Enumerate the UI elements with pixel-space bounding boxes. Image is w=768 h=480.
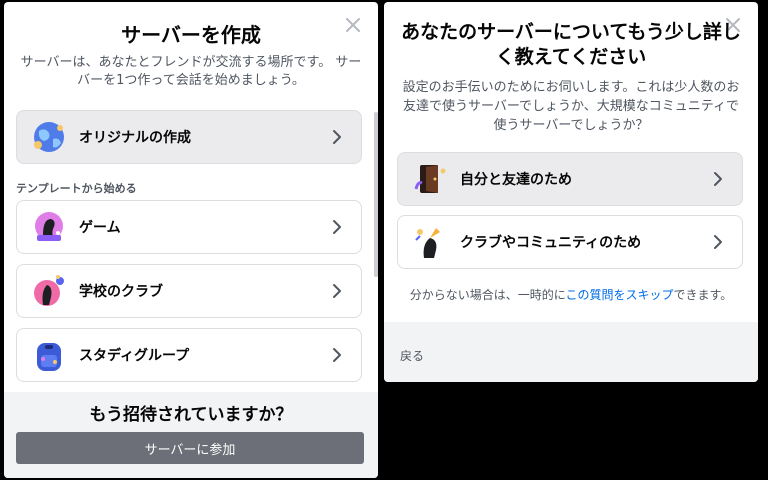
template-study-group-label: スタディグループ bbox=[79, 348, 190, 364]
chevron-right-icon bbox=[706, 167, 730, 191]
community-icon bbox=[410, 222, 450, 262]
chevron-right-icon bbox=[325, 125, 349, 149]
template-section-heading: テンプレートから始める bbox=[16, 182, 137, 195]
template-school-club-button[interactable]: 学校のクラブ bbox=[16, 264, 362, 318]
server-purpose-modal: あなたのサーバーについてもう少し詳しく教えてください 設定のお手伝いのためにお伺… bbox=[384, 2, 758, 382]
template-game-label: ゲーム bbox=[79, 220, 121, 236]
join-footer: もう招待されていますか？ サーバーに参加 bbox=[4, 392, 378, 478]
already-invited-heading: もう招待されていますか？ bbox=[89, 405, 293, 425]
backpack-icon bbox=[29, 335, 69, 375]
chevron-right-icon bbox=[325, 215, 349, 239]
back-button[interactable]: 戻る bbox=[400, 347, 424, 364]
template-study-group-button[interactable]: スタディグループ bbox=[16, 328, 362, 382]
create-server-modal: サーバーを作成 サーバーは、あなたとフレンドが交流する場所です。 サーバーを1つ… bbox=[4, 2, 378, 478]
skip-suffix: できます。 bbox=[673, 288, 733, 302]
option-community-button[interactable]: クラブやコミュニティのため bbox=[397, 215, 743, 269]
school-club-icon bbox=[29, 271, 69, 311]
chevron-right-icon bbox=[325, 279, 349, 303]
modal-title: あなたのサーバーについてもう少し詳しく教えてください bbox=[401, 21, 741, 68]
template-game-button[interactable]: ゲーム bbox=[16, 200, 362, 254]
modal-footer: 戻る bbox=[384, 322, 758, 382]
scrollbar[interactable] bbox=[374, 112, 378, 277]
option-community-label: クラブやコミュニティのため bbox=[460, 235, 642, 251]
modal-description: 設定のお手伝いのためにお伺いします。これは少人数のお友達で使うサーバーでしょうか… bbox=[402, 80, 740, 133]
option-friends-button[interactable]: 自分と友達のため bbox=[397, 152, 743, 206]
modal-title: サーバーを作成 bbox=[121, 23, 261, 47]
chevron-right-icon bbox=[706, 230, 730, 254]
join-server-button[interactable]: サーバーに参加 bbox=[16, 432, 364, 464]
option-friends-label: 自分と友達のため bbox=[460, 172, 572, 188]
globe-icon bbox=[29, 117, 69, 157]
skip-question-link[interactable]: この質問をスキップ bbox=[565, 288, 673, 302]
skip-prefix: 分からない場合は、一時的に bbox=[409, 288, 566, 302]
game-controller-icon bbox=[29, 207, 69, 247]
modal-description: サーバーは、あなたとフレンドが交流する場所です。 サーバーを1つ作って会話を始め… bbox=[20, 55, 362, 88]
door-icon bbox=[410, 159, 450, 199]
create-original-label: オリジナルの作成 bbox=[79, 130, 191, 146]
template-school-club-label: 学校のクラブ bbox=[79, 284, 163, 300]
skip-text: 分からない場合は、一時的にこの質問をスキップできます。 bbox=[384, 286, 758, 303]
create-original-button[interactable]: オリジナルの作成 bbox=[16, 110, 362, 164]
chevron-right-icon bbox=[325, 343, 349, 367]
